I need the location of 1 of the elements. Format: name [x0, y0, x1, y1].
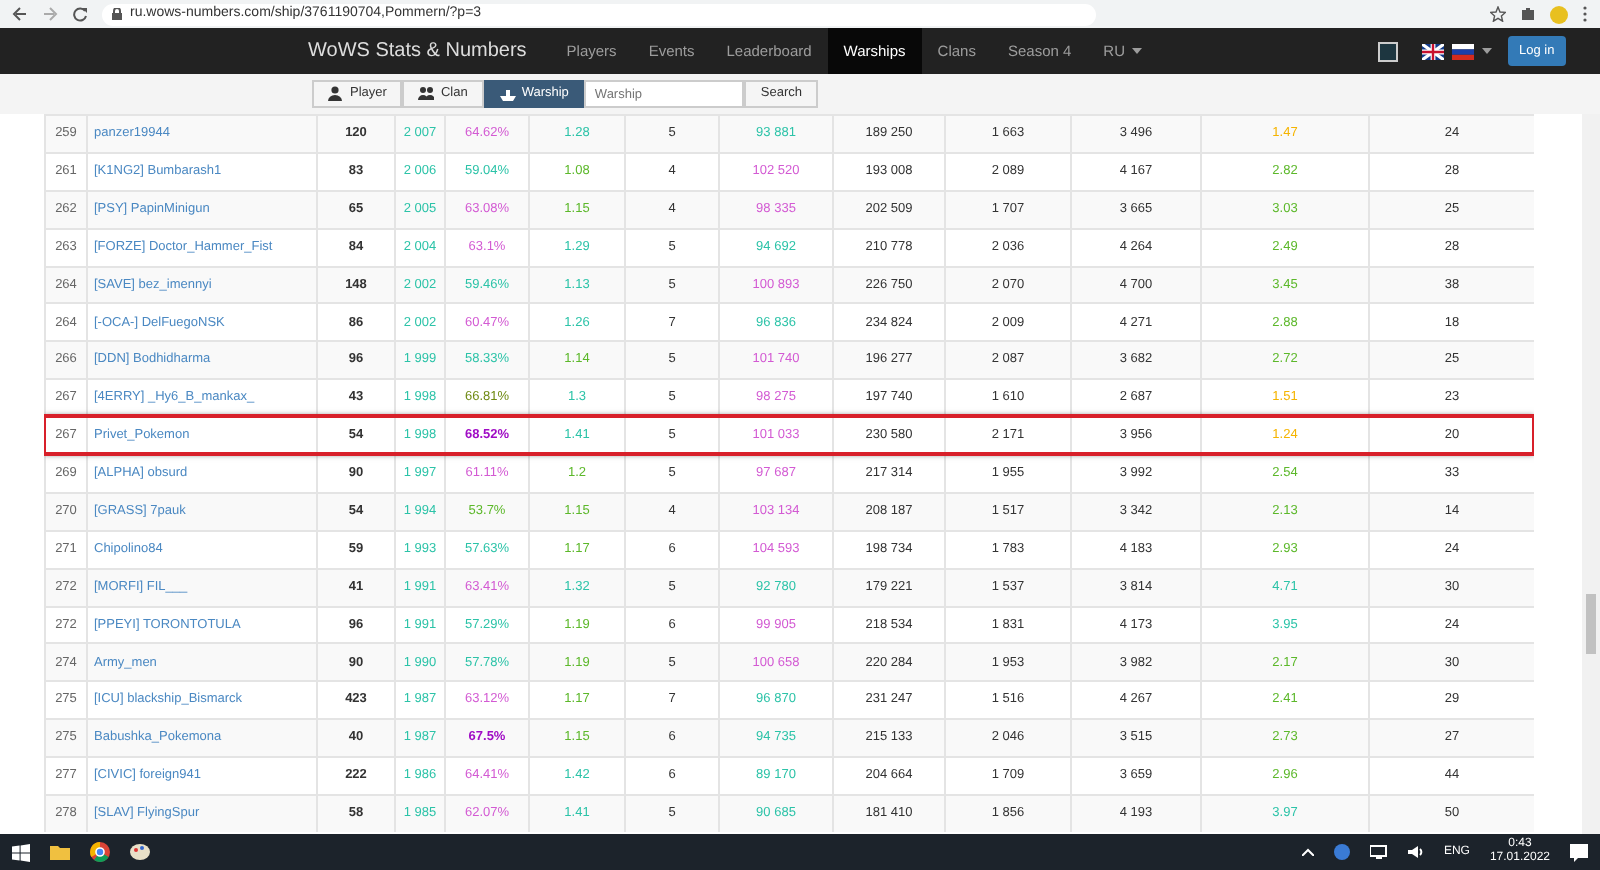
site-logo-text[interactable]: WoWS Stats & Numbers — [308, 28, 551, 74]
